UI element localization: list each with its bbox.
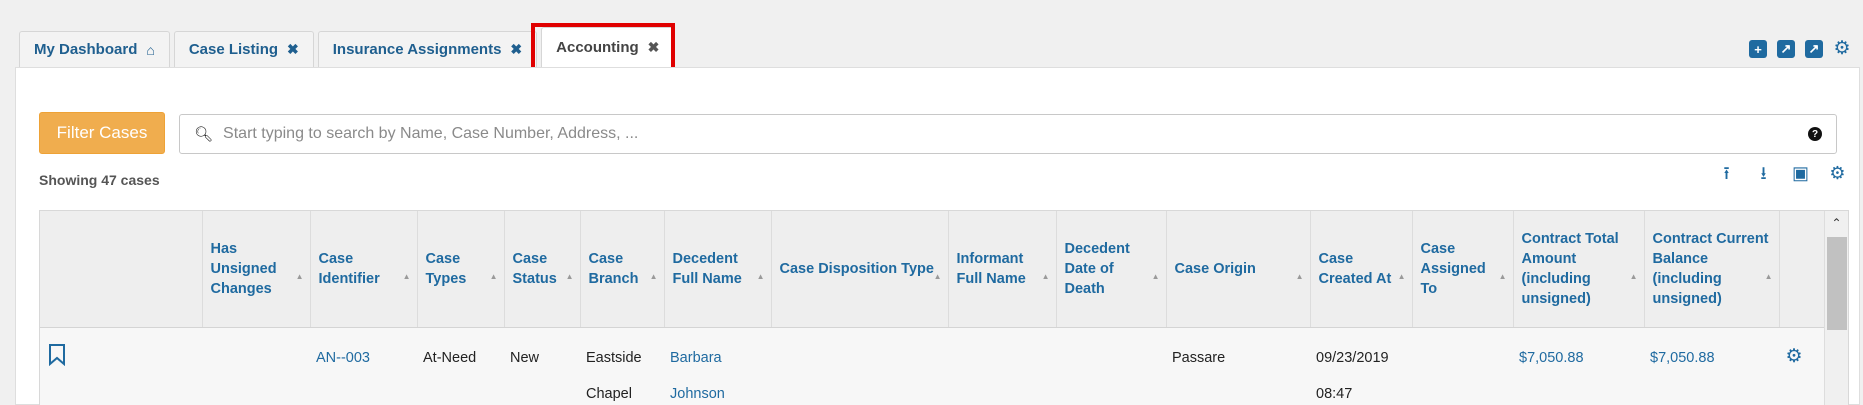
cell-contract-balance: $7,050.88 — [1644, 327, 1779, 405]
cell-case-origin: Passare — [1166, 327, 1310, 405]
sort-icon: ▲ — [1397, 272, 1406, 281]
contract-balance-link[interactable]: $7,050.88 — [1650, 350, 1715, 366]
cell-disposition-type — [771, 327, 948, 405]
contract-total-link[interactable]: $7,050.88 — [1519, 350, 1584, 366]
tab-label: Case Listing — [188, 41, 279, 58]
sort-icon: ▲ — [1764, 272, 1773, 281]
column-header-case-origin[interactable]: Case Origin ▲ — [1166, 211, 1311, 328]
tab-my-dashboard[interactable]: My Dashboard ⌂ — [19, 31, 170, 67]
search-input[interactable] — [223, 125, 1784, 143]
decedent-name-link[interactable]: Barbara Johnson — [670, 350, 725, 402]
sort-icon: ▲ — [756, 272, 765, 281]
column-header-informant-name[interactable]: Informant Full Name ▲ — [948, 211, 1057, 328]
cell-actions: ⚙ — [1779, 327, 1826, 405]
bookmark-icon[interactable] — [48, 343, 66, 366]
gear-icon[interactable]: ⚙ — [1833, 39, 1851, 58]
table-row[interactable]: AN--003 At-Need New Eastside Chapel Barb… — [40, 327, 1826, 405]
filter-cases-button[interactable]: Filter Cases — [39, 112, 165, 154]
column-header-decedent-name[interactable]: Decedent Full Name ▲ — [664, 211, 772, 328]
sort-icon: ▲ — [1151, 272, 1160, 281]
table-tools: ⭱ ⭳ ▣ ⚙ — [1717, 164, 1847, 183]
sort-icon: ▲ — [1629, 272, 1638, 281]
close-icon[interactable]: ✖ — [287, 41, 299, 58]
cell-case-status: New — [504, 327, 580, 405]
column-header-case-identifier[interactable]: Case Identifier ▲ — [310, 211, 418, 328]
top-toolbar: + ↗ ↗ ⚙ — [1749, 39, 1851, 58]
sort-icon: ▲ — [649, 272, 658, 281]
cell-created-at: 09/23/2019 08:47 — [1310, 327, 1412, 405]
cell-contract-total: $7,050.88 — [1513, 327, 1644, 405]
column-header-bookmark — [40, 211, 203, 328]
sort-icon: ▲ — [1295, 272, 1304, 281]
column-header-case-branch[interactable]: Case Branch ▲ — [580, 211, 665, 328]
cell-decedent-name: Barbara Johnson — [664, 327, 771, 405]
help-icon[interactable]: ? — [1808, 127, 1822, 141]
column-header-contract-balance[interactable]: Contract Current Balance (including unsi… — [1644, 211, 1780, 328]
cell-date-of-death — [1056, 327, 1166, 405]
sort-icon: ▲ — [565, 272, 574, 281]
tab-insurance-assignments[interactable]: Insurance Assignments ✖ — [317, 31, 538, 67]
cell-case-branch: Eastside Chapel — [580, 327, 664, 405]
search-bar: 🔍︎ ? — [179, 114, 1837, 154]
column-header-contract-total[interactable]: Contract Total Amount (including unsigne… — [1513, 211, 1645, 328]
column-header-has-unsigned[interactable]: Has Unsigned Changes ▲ — [202, 211, 311, 328]
sort-icon: ▲ — [1041, 272, 1050, 281]
close-icon[interactable]: ✖ — [510, 41, 522, 58]
cell-case-types: At-Need — [417, 327, 504, 405]
archive-icon[interactable]: ▣ — [1791, 164, 1810, 183]
column-header-disposition-type[interactable]: Case Disposition Type ▲ — [771, 211, 949, 328]
main-panel: Filter Cases 🔍︎ ? Showing 47 cases ⭱ ⭳ ▣… — [15, 67, 1860, 405]
column-header-date-of-death[interactable]: Decedent Date of Death ▲ — [1056, 211, 1167, 328]
column-header-assigned-to[interactable]: Case Assigned To ▲ — [1412, 211, 1514, 328]
vertical-scrollbar[interactable]: ⌃ — [1824, 211, 1848, 405]
scroll-up-arrow-icon[interactable]: ⌃ — [1825, 211, 1848, 235]
search-icon: 🔍︎ — [194, 126, 214, 143]
sort-icon: ▲ — [933, 272, 942, 281]
tab-label: Insurance Assignments — [332, 41, 502, 58]
cell-case-identifier: AN--003 — [310, 327, 417, 405]
share-square-icon[interactable]: ↗ — [1777, 40, 1795, 58]
row-gear-icon[interactable]: ⚙ — [1785, 347, 1803, 366]
column-header-created-at[interactable]: Case Created At ▲ — [1310, 211, 1413, 328]
column-header-actions — [1779, 211, 1827, 328]
sort-icon: ▲ — [295, 272, 304, 281]
cell-informant-name — [948, 327, 1056, 405]
sort-icon: ▲ — [402, 272, 411, 281]
header-row: Has Unsigned Changes ▲ Case Identifier ▲ C… — [40, 211, 1827, 328]
bookmark-cell — [40, 327, 202, 405]
cases-table: Has Unsigned Changes ▲ Case Identifier ▲ C… — [39, 210, 1849, 405]
column-header-case-status[interactable]: Case Status ▲ — [504, 211, 581, 328]
gear-icon[interactable]: ⚙ — [1828, 164, 1847, 183]
column-header-case-types[interactable]: Case Types ▲ — [417, 211, 505, 328]
tab-case-listing[interactable]: Case Listing ✖ — [173, 31, 314, 67]
external-link-square-icon[interactable]: ↗ — [1805, 40, 1823, 58]
sort-icon: ▲ — [489, 272, 498, 281]
download-icon[interactable]: ⭳ — [1754, 164, 1773, 183]
case-count: Showing 47 cases — [39, 172, 160, 188]
case-identifier-link[interactable]: AN--003 — [316, 350, 370, 366]
plus-square-icon[interactable]: + — [1749, 40, 1767, 58]
cell-assigned-to — [1412, 327, 1513, 405]
upload-icon[interactable]: ⭱ — [1717, 164, 1736, 183]
cell-has-unsigned — [202, 327, 310, 405]
scrollbar-thumb[interactable] — [1827, 237, 1847, 330]
tab-label: My Dashboard — [34, 41, 138, 58]
home-icon: ⌂ — [146, 41, 155, 58]
sort-icon: ▲ — [1498, 272, 1507, 281]
